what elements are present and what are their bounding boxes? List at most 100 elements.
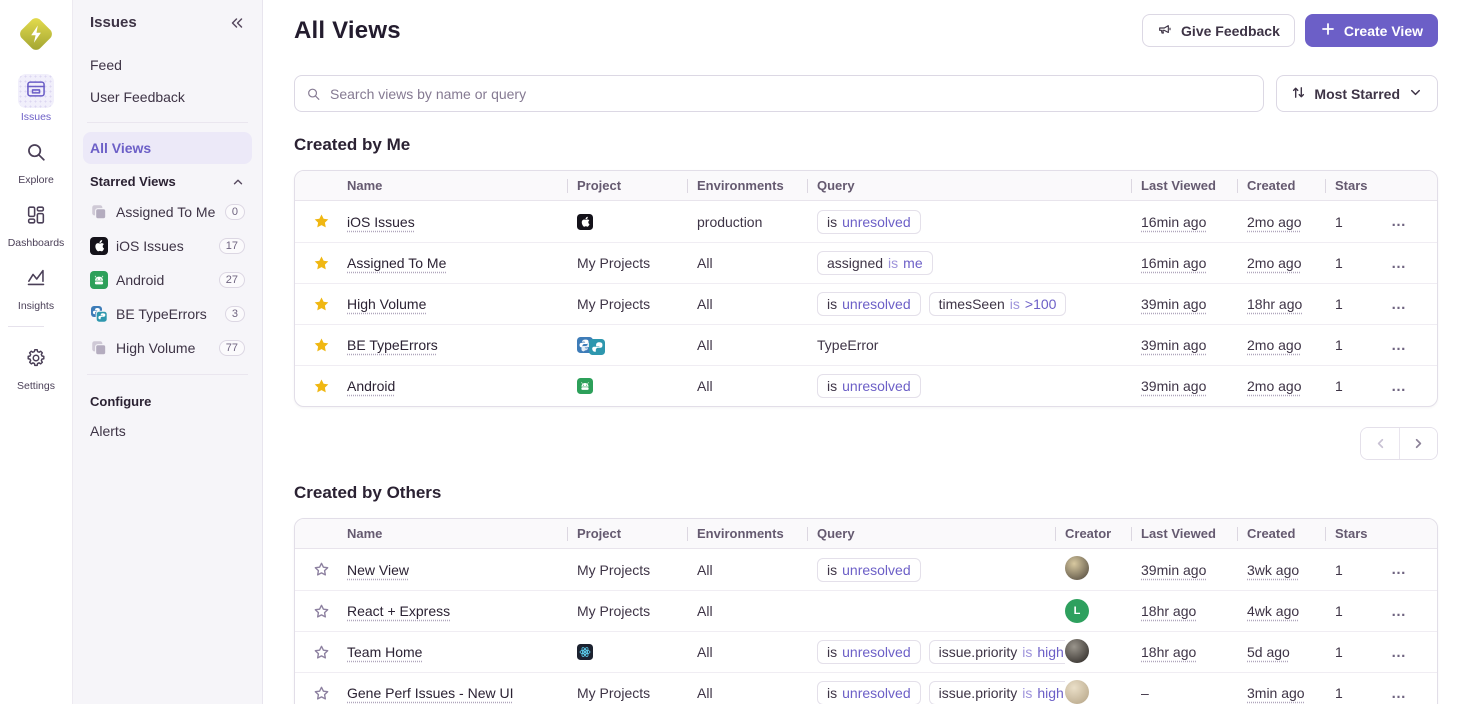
sort-dropdown[interactable]: Most Starred bbox=[1276, 75, 1438, 112]
sidebar-item-feed[interactable]: Feed bbox=[83, 49, 252, 81]
column-header-last-viewed: Last Viewed bbox=[1141, 178, 1247, 193]
rail-item-label: Settings bbox=[17, 380, 55, 392]
star-outline-icon[interactable] bbox=[313, 561, 330, 578]
starred-view-high-volume[interactable]: High Volume77 bbox=[83, 331, 252, 365]
starred-views-heading: Starred Views bbox=[90, 174, 176, 189]
sidebar-item-alerts[interactable]: Alerts bbox=[83, 415, 252, 447]
row-actions-button[interactable]: … bbox=[1391, 213, 1408, 230]
view-name-link[interactable]: React + Express bbox=[347, 603, 450, 619]
search-input[interactable] bbox=[294, 75, 1264, 112]
row-actions-button[interactable]: … bbox=[1391, 644, 1408, 661]
row-actions-button[interactable]: … bbox=[1391, 561, 1408, 578]
divider bbox=[87, 374, 248, 375]
row-actions-button[interactable]: … bbox=[1391, 337, 1408, 354]
starred-view-ios-issues[interactable]: iOS Issues17 bbox=[83, 229, 252, 263]
collapse-sidebar-button[interactable] bbox=[229, 15, 245, 31]
android-icon bbox=[577, 378, 593, 394]
view-name-link[interactable]: iOS Issues bbox=[347, 214, 415, 230]
stars-count: 1 bbox=[1335, 214, 1343, 230]
star-filled-icon[interactable] bbox=[313, 296, 330, 313]
view-name-link[interactable]: High Volume bbox=[347, 296, 426, 312]
rail-item-dashboards[interactable]: Dashboards bbox=[8, 200, 65, 249]
environments-value: All bbox=[697, 296, 713, 312]
create-view-button[interactable]: Create View bbox=[1305, 14, 1438, 47]
next-page-button[interactable] bbox=[1399, 428, 1437, 459]
table-row[interactable]: Assigned To MeMy ProjectsAllassignedisme… bbox=[295, 242, 1437, 283]
table-row[interactable]: iOS Issuesproductionisunresolved16min ag… bbox=[295, 201, 1437, 242]
view-name-link[interactable]: Assigned To Me bbox=[347, 255, 446, 271]
sidebar-item-user-feedback[interactable]: User Feedback bbox=[83, 81, 252, 113]
created-value: 3min ago bbox=[1247, 685, 1305, 701]
query-token-text: unresolved bbox=[842, 685, 911, 701]
view-name-link[interactable]: BE TypeErrors bbox=[347, 337, 438, 353]
rail-item-issues[interactable]: Issues bbox=[8, 74, 65, 123]
query-token-text: me bbox=[903, 255, 922, 271]
row-actions-button[interactable]: … bbox=[1391, 378, 1408, 395]
sidebar-item-all-views[interactable]: All Views bbox=[83, 132, 252, 164]
star-filled-icon[interactable] bbox=[313, 213, 330, 230]
table-row[interactable]: React + ExpressMy ProjectsAllL18hr ago4w… bbox=[295, 590, 1437, 631]
query-token-text: assigned bbox=[827, 255, 883, 271]
rail-item-explore[interactable]: Explore bbox=[8, 137, 65, 186]
give-feedback-label: Give Feedback bbox=[1181, 23, 1280, 39]
table-row[interactable]: New ViewMy ProjectsAllisunresolved39min … bbox=[295, 549, 1437, 590]
environments-value: All bbox=[697, 255, 713, 271]
rail-nav: Issues Explore Dashboards Insights Settings bbox=[8, 74, 65, 406]
last-viewed-value: 39min ago bbox=[1141, 562, 1206, 578]
star-filled-icon[interactable] bbox=[313, 378, 330, 395]
star-outline-icon[interactable] bbox=[313, 644, 330, 661]
starred-view-label: Assigned To Me bbox=[116, 204, 217, 220]
star-outline-icon[interactable] bbox=[313, 603, 330, 620]
starred-view-android[interactable]: Android27 bbox=[83, 263, 252, 297]
views-table: NameProjectEnvironmentsQueryLast ViewedC… bbox=[294, 170, 1438, 407]
project-label: My Projects bbox=[577, 685, 650, 701]
project-label: My Projects bbox=[577, 603, 650, 619]
chevron-up-icon[interactable] bbox=[231, 175, 245, 189]
megaphone-icon bbox=[1157, 21, 1173, 40]
view-name-link[interactable]: Android bbox=[347, 378, 395, 394]
view-name-link[interactable]: Gene Perf Issues - New UI bbox=[347, 685, 514, 701]
sidebar-item-label: Feed bbox=[90, 57, 122, 73]
created-value: 4wk ago bbox=[1247, 603, 1299, 619]
table-row[interactable]: Team HomeAllisunresolvedissue.priorityis… bbox=[295, 631, 1437, 672]
issue-count-badge: 0 bbox=[225, 204, 245, 220]
environments-value: production bbox=[697, 214, 762, 230]
column-header-created: Created bbox=[1247, 178, 1335, 193]
row-actions-button[interactable]: … bbox=[1391, 255, 1408, 272]
column-header-environments: Environments bbox=[697, 526, 817, 541]
row-actions-button[interactable]: … bbox=[1391, 296, 1408, 313]
environments-value: All bbox=[697, 378, 713, 394]
query-token-text: is bbox=[827, 378, 837, 394]
section-heading: Created by Me bbox=[294, 135, 1438, 155]
starred-view-assigned-to-me[interactable]: Assigned To Me 0 bbox=[83, 195, 252, 229]
table-header-row: NameProjectEnvironmentsQueryLast ViewedC… bbox=[295, 171, 1437, 201]
org-logo[interactable] bbox=[14, 12, 58, 56]
rail-item-settings[interactable]: Settings bbox=[8, 343, 65, 392]
table-row[interactable]: High VolumeMy ProjectsAllisunresolvedtim… bbox=[295, 283, 1437, 324]
sidebar-item-label: Alerts bbox=[90, 423, 126, 439]
view-name-link[interactable]: New View bbox=[347, 562, 409, 578]
column-header-name: Name bbox=[347, 526, 577, 541]
row-actions-button[interactable]: … bbox=[1391, 685, 1408, 702]
table-row[interactable]: BE TypeErrorsAllTypeError39min ago2mo ag… bbox=[295, 324, 1437, 365]
star-outline-icon[interactable] bbox=[313, 685, 330, 702]
give-feedback-button[interactable]: Give Feedback bbox=[1142, 14, 1295, 47]
previous-page-button[interactable] bbox=[1361, 428, 1399, 459]
created-value: 2mo ago bbox=[1247, 378, 1301, 394]
search-icon bbox=[25, 141, 47, 168]
row-actions-button[interactable]: … bbox=[1391, 603, 1408, 620]
starred-view-be-typeerrors[interactable]: BE TypeErrors3 bbox=[83, 297, 252, 331]
search-box bbox=[294, 75, 1264, 112]
table-row[interactable]: AndroidAllisunresolved39min ago2mo ago1… bbox=[295, 365, 1437, 406]
apple-icon bbox=[90, 237, 108, 255]
star-filled-icon[interactable] bbox=[313, 255, 330, 272]
dashboards-icon bbox=[25, 204, 47, 231]
table-row[interactable]: Gene Perf Issues - New UIMy ProjectsAlli… bbox=[295, 672, 1437, 704]
project-label: My Projects bbox=[577, 255, 650, 271]
view-name-link[interactable]: Team Home bbox=[347, 644, 422, 660]
issue-count-badge: 77 bbox=[219, 340, 245, 356]
star-filled-icon[interactable] bbox=[313, 337, 330, 354]
sidebar-item-label: All Views bbox=[90, 140, 151, 156]
rail-item-label: Explore bbox=[18, 174, 54, 186]
rail-item-insights[interactable]: Insights bbox=[8, 263, 65, 312]
